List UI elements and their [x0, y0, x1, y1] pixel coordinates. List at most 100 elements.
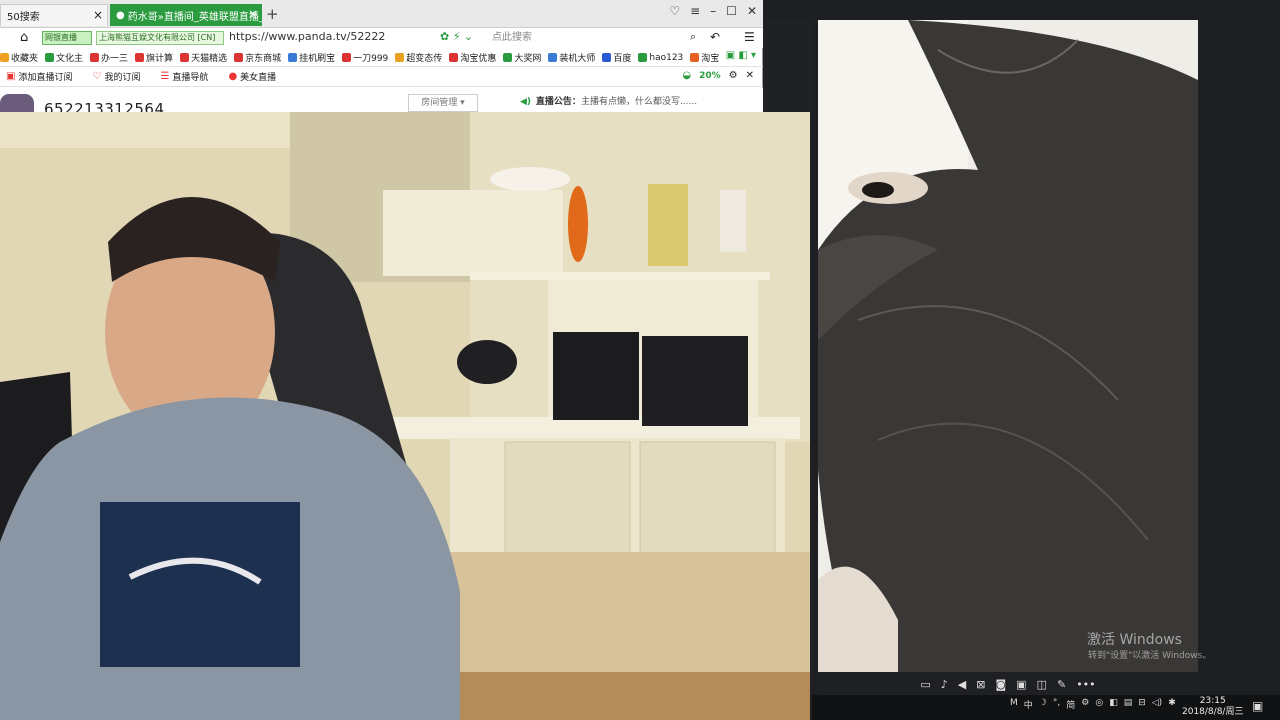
favorite-item[interactable]: 百度 [602, 51, 631, 64]
close-button[interactable]: ✕ [747, 4, 757, 18]
favorite-item[interactable]: 超变态传 [395, 51, 442, 64]
security-icon[interactable]: ◎ [1095, 698, 1103, 711]
extension-bar: ▣ 添加直播订阅 ♡ 我的订阅 ☰ 直播导航 ● 美女直播 [0, 67, 763, 87]
address-bar: ⌂ 网银直播 上海熊猫互娱文化有限公司 [CN] https://www.pan… [0, 28, 763, 48]
favorite-icon [690, 53, 700, 62]
gear-icon[interactable]: ⚙ [729, 70, 738, 81]
cert-badge[interactable]: 上海熊猫互娱文化有限公司 [CN] [96, 31, 224, 45]
layout-icon[interactable]: ◫ [1037, 678, 1047, 691]
ext-add-subscription[interactable]: ▣ 添加直播订阅 [6, 70, 72, 83]
mic-icon[interactable]: ♪ [941, 678, 948, 691]
tab-search[interactable]: 50搜索 × [0, 4, 108, 26]
room-manage-button[interactable]: 房间管理 ▾ [408, 94, 478, 112]
close-icon[interactable]: × [93, 8, 103, 22]
tray-app-icon[interactable]: ▤ [1124, 698, 1133, 711]
flame-icon: ● [228, 71, 238, 82]
ext-my-subscription[interactable]: ♡ 我的订阅 [92, 70, 140, 83]
speed-icon[interactable]: ◒ [682, 70, 691, 81]
ext-beauty-stream[interactable]: ● 美女直播 [228, 70, 276, 83]
favorite-label: hao123 [649, 52, 684, 63]
keyboard-icon[interactable]: M [1010, 698, 1018, 711]
edit-icon[interactable]: ✎ [1057, 678, 1066, 691]
tab-bar: 50搜索 × ● 药水哥»直播间_英雄联盟直播_l × + ♡ ≡ – ☐ ✕ [0, 0, 763, 28]
favorite-item[interactable]: 收藏夹 [0, 51, 38, 64]
speaker-icon[interactable]: ◀ [958, 678, 966, 691]
favorite-label: 旗计算 [146, 54, 174, 64]
favorite-item[interactable]: 装机大师 [548, 51, 595, 64]
close-icon[interactable]: ✕ [746, 70, 754, 81]
favorite-item[interactable]: 一刀999 [342, 51, 388, 64]
favorite-item[interactable]: 淘宝 [690, 51, 719, 64]
notification-icon[interactable]: ▣ [1252, 699, 1263, 713]
ime-indicator[interactable]: 中 [1024, 698, 1033, 711]
favorite-label: 大奖网 [514, 54, 542, 64]
favorites-bar: 收藏夹 文化主 办一三 旗计算 天猫精选 京东商城 挂机刷宝 一刀999 超变态传 淘宝优惠 大奖网… [0, 49, 763, 67]
favorite-icon [548, 53, 558, 62]
url-action-icons[interactable]: ✿ ⚡ ⌄ [440, 30, 473, 43]
favorite-label: 京东商城 [245, 54, 282, 64]
skin-icon[interactable]: ♡ [669, 4, 680, 18]
favorite-icon [45, 53, 55, 62]
favorite-label: 百度 [613, 54, 632, 64]
speaker-icon: ◀) [520, 97, 532, 107]
webcam-scene [0, 112, 810, 720]
close-icon[interactable]: × [248, 7, 258, 21]
url-field[interactable]: https://www.panda.tv/52222 [229, 30, 385, 43]
menu-icon[interactable]: ≡ [690, 4, 700, 18]
favorite-item[interactable]: hao123 [638, 53, 683, 63]
favorite-item[interactable]: 旗计算 [135, 51, 173, 64]
home-icon[interactable]: ⌂ [20, 30, 28, 45]
favorite-item[interactable]: 天猫精选 [180, 51, 227, 64]
favorite-item[interactable]: 文化主 [45, 51, 83, 64]
search-input[interactable]: 点此搜索 [488, 29, 703, 46]
search-icon[interactable]: ⌕ [690, 30, 696, 44]
avatar[interactable] [0, 94, 34, 112]
gear-icon[interactable]: ⚙ [1081, 698, 1089, 711]
extension-right: ◒ 20% ⚙ ✕ [682, 70, 754, 81]
security-badge[interactable]: 网银直播 [42, 31, 92, 45]
favorite-icon [395, 53, 405, 62]
maximize-button[interactable]: ☐ [726, 4, 737, 18]
favorite-icon [0, 53, 9, 62]
app-icon[interactable]: ◧ [1109, 698, 1118, 711]
undo-icon[interactable]: ↶ [710, 30, 720, 44]
favorite-icon [503, 53, 513, 62]
bluetooth-icon[interactable]: ✱ [1168, 698, 1176, 711]
minimize-button[interactable]: – [710, 4, 716, 18]
ext-label: 直播导航 [172, 73, 209, 83]
favorite-item[interactable]: 大奖网 [503, 51, 541, 64]
moon-icon[interactable]: ☽ [1039, 698, 1047, 711]
tab-panda-stream[interactable]: ● 药水哥»直播间_英雄联盟直播_l × [110, 4, 262, 26]
favorite-icon [602, 53, 612, 62]
favorite-item[interactable]: 京东商城 [234, 51, 281, 64]
favorite-item[interactable]: 挂机刷宝 [288, 51, 335, 64]
camera-off-icon[interactable]: ⊠ [976, 678, 985, 691]
chat-icon[interactable]: ▭ [920, 678, 930, 691]
more-icon[interactable]: ••• [1076, 678, 1095, 691]
tab-label: 药水哥»直播间_英雄联盟直播_l [127, 11, 262, 23]
menu-icon[interactable]: ☰ [744, 30, 755, 44]
activation-watermark-title: 激活 Windows [1087, 632, 1182, 648]
screenshot-icon[interactable]: ◙ [995, 678, 1006, 691]
favorite-label: 超变态传 [406, 54, 443, 64]
favorites-extra-icons[interactable]: ▣ ◧ ▾ [726, 50, 756, 61]
network-icon[interactable]: ⊟ [1138, 698, 1146, 711]
new-tab-button[interactable]: + [266, 5, 279, 23]
ext-label: 添加直播订阅 [18, 73, 73, 83]
effects-icon[interactable]: ▣ [1016, 678, 1026, 691]
ext-stream-nav[interactable]: ☰ 直播导航 [160, 70, 208, 83]
favorite-icon [342, 53, 352, 62]
punctuation-icon[interactable]: °, [1053, 698, 1060, 711]
volume-icon[interactable]: ◁) [1152, 698, 1162, 711]
favorite-icon [638, 53, 648, 62]
favorite-label: 一刀999 [353, 54, 389, 64]
favorite-item[interactable]: 淘宝优惠 [449, 51, 496, 64]
activation-watermark-subtitle: 转到"设置"以激活 Windows。 [1088, 651, 1212, 661]
favorite-label: 办一三 [101, 54, 129, 64]
favorite-item[interactable]: 办一三 [90, 51, 128, 64]
call-controls: ▭ ♪ ◀ ⊠ ◙ ▣ ◫ ✎ ••• [818, 673, 1198, 695]
favorite-icon [288, 53, 298, 62]
clock[interactable]: 23:15 2018/8/8/周三 [1182, 696, 1243, 718]
ime-mode[interactable]: 简 [1066, 698, 1075, 711]
favorite-label: 装机大师 [559, 54, 596, 64]
